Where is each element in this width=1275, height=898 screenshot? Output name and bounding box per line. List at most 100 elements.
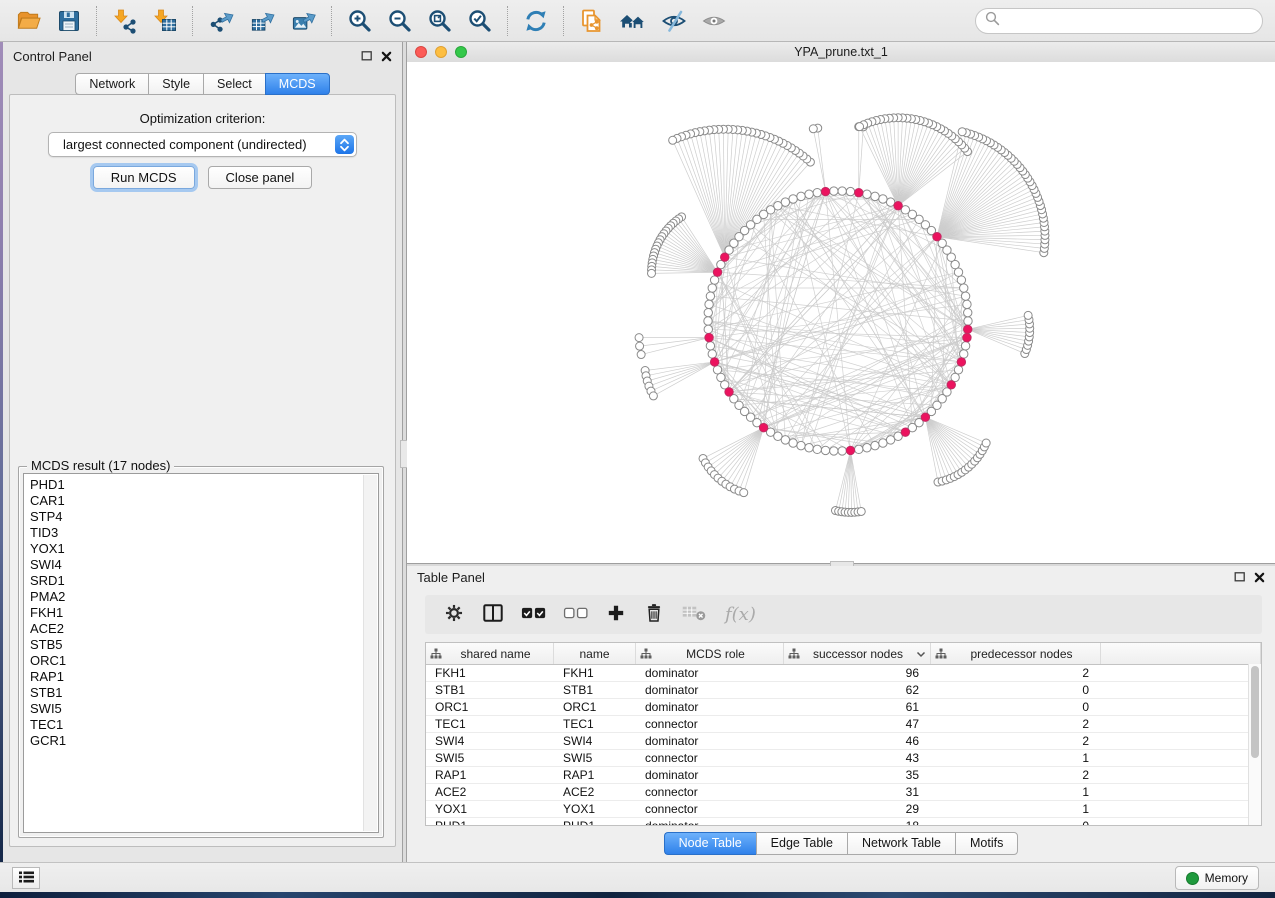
network-node[interactable]: [740, 489, 748, 497]
mcds-node[interactable]: [721, 253, 729, 261]
import-table-button[interactable]: [147, 5, 183, 37]
mcds-node[interactable]: [821, 187, 829, 195]
network-node[interactable]: [708, 350, 716, 358]
list-item[interactable]: ACE2: [24, 621, 378, 637]
deselect-all-button[interactable]: [561, 603, 591, 626]
mcds-node[interactable]: [964, 325, 972, 333]
network-node[interactable]: [706, 292, 714, 300]
network-node[interactable]: [960, 350, 968, 358]
network-node[interactable]: [879, 439, 887, 447]
mcds-node[interactable]: [957, 358, 965, 366]
network-node[interactable]: [706, 342, 714, 350]
network-node[interactable]: [857, 507, 865, 515]
network-node[interactable]: [809, 125, 817, 133]
network-node[interactable]: [797, 192, 805, 200]
table-row[interactable]: SWI5SWI5connector431: [426, 750, 1261, 767]
mcds-node[interactable]: [894, 202, 902, 210]
network-node[interactable]: [871, 441, 879, 449]
network-node[interactable]: [954, 268, 962, 276]
mcds-node[interactable]: [933, 233, 941, 241]
show-panels-button[interactable]: [12, 867, 40, 889]
tab-mcds[interactable]: MCDS: [265, 73, 330, 95]
list-item[interactable]: GCR1: [24, 733, 378, 749]
network-node[interactable]: [789, 439, 797, 447]
network-node[interactable]: [705, 300, 713, 308]
search-input[interactable]: [1006, 12, 1253, 29]
close-panel-icon[interactable]: [1254, 572, 1265, 583]
network-node[interactable]: [1024, 311, 1032, 319]
network-node[interactable]: [781, 436, 789, 444]
table-row[interactable]: RAP1RAP1dominator352: [426, 767, 1261, 784]
network-node[interactable]: [704, 317, 712, 325]
mcds-node[interactable]: [713, 268, 721, 276]
tab-motifs[interactable]: Motifs: [955, 832, 1018, 855]
network-node[interactable]: [713, 366, 721, 374]
network-node[interactable]: [838, 187, 846, 195]
network-node[interactable]: [964, 317, 972, 325]
tab-node-table[interactable]: Node Table: [664, 832, 756, 855]
hide-selected-button[interactable]: [656, 5, 692, 37]
list-item[interactable]: STB1: [24, 685, 378, 701]
mcds-node[interactable]: [710, 358, 718, 366]
column-header-name[interactable]: name: [554, 643, 636, 664]
export-image-button[interactable]: [285, 5, 322, 37]
scrollbar-thumb[interactable]: [1251, 666, 1259, 758]
float-panel-icon[interactable]: [361, 50, 373, 62]
refresh-button[interactable]: [518, 5, 554, 37]
network-node[interactable]: [821, 446, 829, 454]
tab-style[interactable]: Style: [148, 73, 203, 95]
network-node[interactable]: [964, 308, 972, 316]
add-column-button[interactable]: [603, 600, 629, 629]
show-all-button[interactable]: [696, 5, 732, 37]
mcds-node[interactable]: [901, 428, 909, 436]
network-node[interactable]: [635, 334, 643, 342]
save-session-button[interactable]: [51, 5, 87, 37]
tab-network-table[interactable]: Network Table: [847, 832, 955, 855]
network-node[interactable]: [813, 445, 821, 453]
table-row[interactable]: SWI4SWI4dominator462: [426, 733, 1261, 750]
network-node[interactable]: [636, 342, 644, 350]
network-node[interactable]: [704, 325, 712, 333]
network-node[interactable]: [704, 308, 712, 316]
network-node[interactable]: [863, 444, 871, 452]
network-node[interactable]: [958, 128, 966, 136]
mcds-node[interactable]: [921, 413, 929, 421]
list-item[interactable]: RAP1: [24, 669, 378, 685]
close-panel-icon[interactable]: [381, 51, 392, 62]
memory-button[interactable]: Memory: [1175, 866, 1259, 890]
network-node[interactable]: [855, 445, 863, 453]
table-row[interactable]: TEC1TEC1connector472: [426, 716, 1261, 733]
export-table-button[interactable]: [244, 5, 281, 37]
network-canvas[interactable]: [407, 62, 1275, 563]
mcds-node[interactable]: [759, 423, 767, 431]
network-node[interactable]: [669, 136, 677, 144]
list-item[interactable]: SRD1: [24, 573, 378, 589]
network-node[interactable]: [846, 187, 854, 195]
copy-network-button[interactable]: [574, 5, 610, 37]
list-item[interactable]: SWI5: [24, 701, 378, 717]
table-row[interactable]: ORC1ORC1dominator610: [426, 699, 1261, 716]
table-row[interactable]: FKH1FKH1dominator962: [426, 665, 1261, 682]
zoom-out-button[interactable]: [382, 5, 418, 37]
column-header-successor-nodes[interactable]: successor nodes: [784, 643, 931, 664]
column-header-predecessor-nodes[interactable]: predecessor nodes: [931, 643, 1101, 664]
table-settings-button[interactable]: [441, 600, 467, 629]
table-row[interactable]: STB1STB1dominator620: [426, 682, 1261, 699]
list-item[interactable]: CAR1: [24, 493, 378, 509]
list-item[interactable]: ORC1: [24, 653, 378, 669]
zoom-fit-button[interactable]: [422, 5, 458, 37]
list-scrollbar[interactable]: [363, 475, 377, 831]
table-row[interactable]: YOX1YOX1connector291: [426, 801, 1261, 818]
network-node[interactable]: [879, 195, 887, 203]
mcds-node[interactable]: [947, 381, 955, 389]
network-node[interactable]: [830, 447, 838, 455]
select-all-button[interactable]: [519, 603, 549, 626]
import-network-button[interactable]: [107, 5, 143, 37]
network-node[interactable]: [830, 187, 838, 195]
list-item[interactable]: STP4: [24, 509, 378, 525]
mcds-node[interactable]: [855, 188, 863, 196]
network-node[interactable]: [982, 439, 990, 447]
run-mcds-button[interactable]: Run MCDS: [93, 166, 195, 189]
list-item[interactable]: PMA2: [24, 589, 378, 605]
network-node[interactable]: [963, 300, 971, 308]
